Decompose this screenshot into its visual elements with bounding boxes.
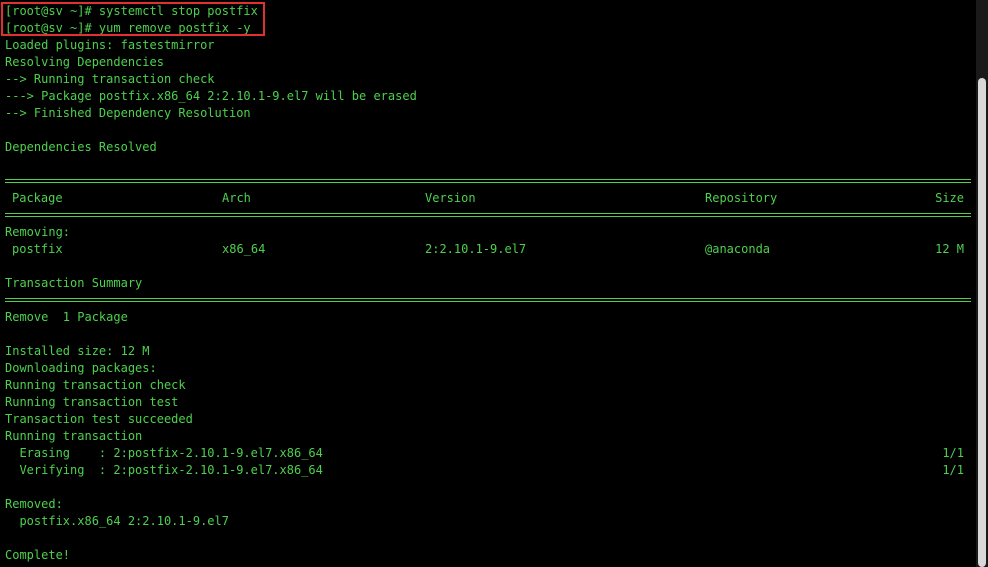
output-line: Running transaction check (5, 378, 186, 392)
output-line: Loaded plugins: fastestmirror (5, 38, 215, 52)
row-repository: @anaconda (705, 242, 771, 256)
progress-verifying: Verifying : 2:postfix-2.10.1-9.el7.x86_6… (5, 463, 323, 477)
terminal-window[interactable]: [root@sv ~]# systemctl stop postfix [roo… (0, 0, 976, 567)
table-section-label: Removing: (5, 225, 71, 239)
table-divider (5, 213, 971, 217)
table-header-size: Size (935, 191, 964, 205)
row-package: postfix (12, 242, 63, 256)
transaction-remove-line: Remove 1 Package (5, 310, 128, 324)
scrollbar-thumb[interactable] (978, 78, 986, 567)
output-line: Downloading packages: (5, 361, 157, 375)
output-line: Dependencies Resolved (5, 140, 157, 154)
output-line: Resolving Dependencies (5, 55, 164, 69)
table-divider (5, 179, 971, 183)
table-header-package: Package (12, 191, 63, 205)
progress-erasing-count: 1/1 (942, 446, 964, 460)
output-line: Transaction test succeeded (5, 412, 193, 426)
progress-erasing: Erasing : 2:postfix-2.10.1-9.el7.x86_64 (5, 446, 323, 460)
removed-item: postfix.x86_64 2:2.10.1-9.el7 (5, 514, 229, 528)
complete-message: Complete! (5, 548, 71, 562)
table-header-repository: Repository (705, 191, 778, 205)
output-line: --> Running transaction check (5, 72, 215, 86)
progress-verifying-count: 1/1 (942, 463, 964, 477)
output-line: ---> Package postfix.x86_64 2:2.10.1-9.e… (5, 89, 417, 103)
removed-title: Removed: (5, 497, 63, 511)
output-line: Running transaction (5, 429, 143, 443)
row-size: 12 M (935, 242, 964, 256)
transaction-summary-title: Transaction Summary (5, 276, 143, 290)
command-highlight-box (1, 2, 265, 36)
table-divider (5, 298, 971, 302)
table-header-arch: Arch (222, 191, 251, 205)
row-arch: x86_64 (222, 242, 266, 256)
output-line: --> Finished Dependency Resolution (5, 106, 251, 120)
row-version: 2:2.10.1-9.el7 (425, 242, 527, 256)
table-header-version: Version (425, 191, 476, 205)
output-line: Installed size: 12 M (5, 344, 150, 358)
output-line: Running transaction test (5, 395, 179, 409)
